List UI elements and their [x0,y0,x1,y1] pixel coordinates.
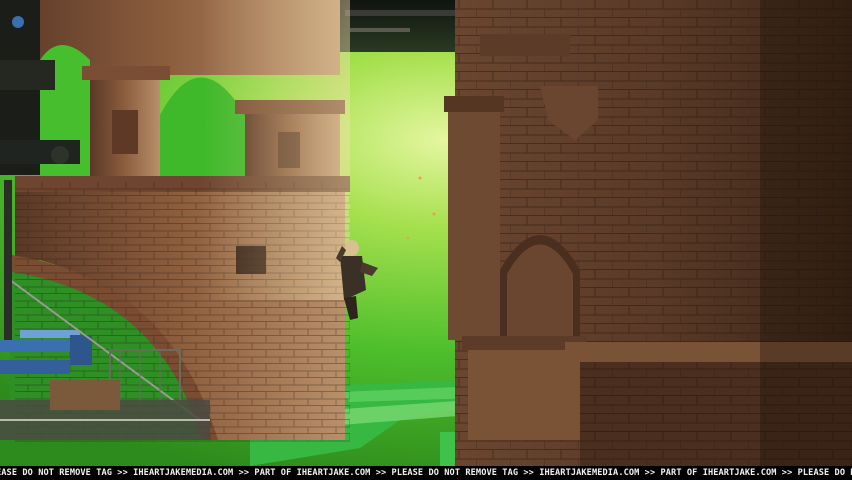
right-stone-tower-set [444,0,852,466]
watermark-strip: EASE DO NOT REMOVE TAG >> IHEARTJAKEMEDI… [0,466,852,480]
film-set-photo [0,0,852,466]
watermark-text: EASE DO NOT REMOVE TAG >> IHEARTJAKEMEDI… [0,468,852,478]
studio-ceiling [330,0,470,52]
